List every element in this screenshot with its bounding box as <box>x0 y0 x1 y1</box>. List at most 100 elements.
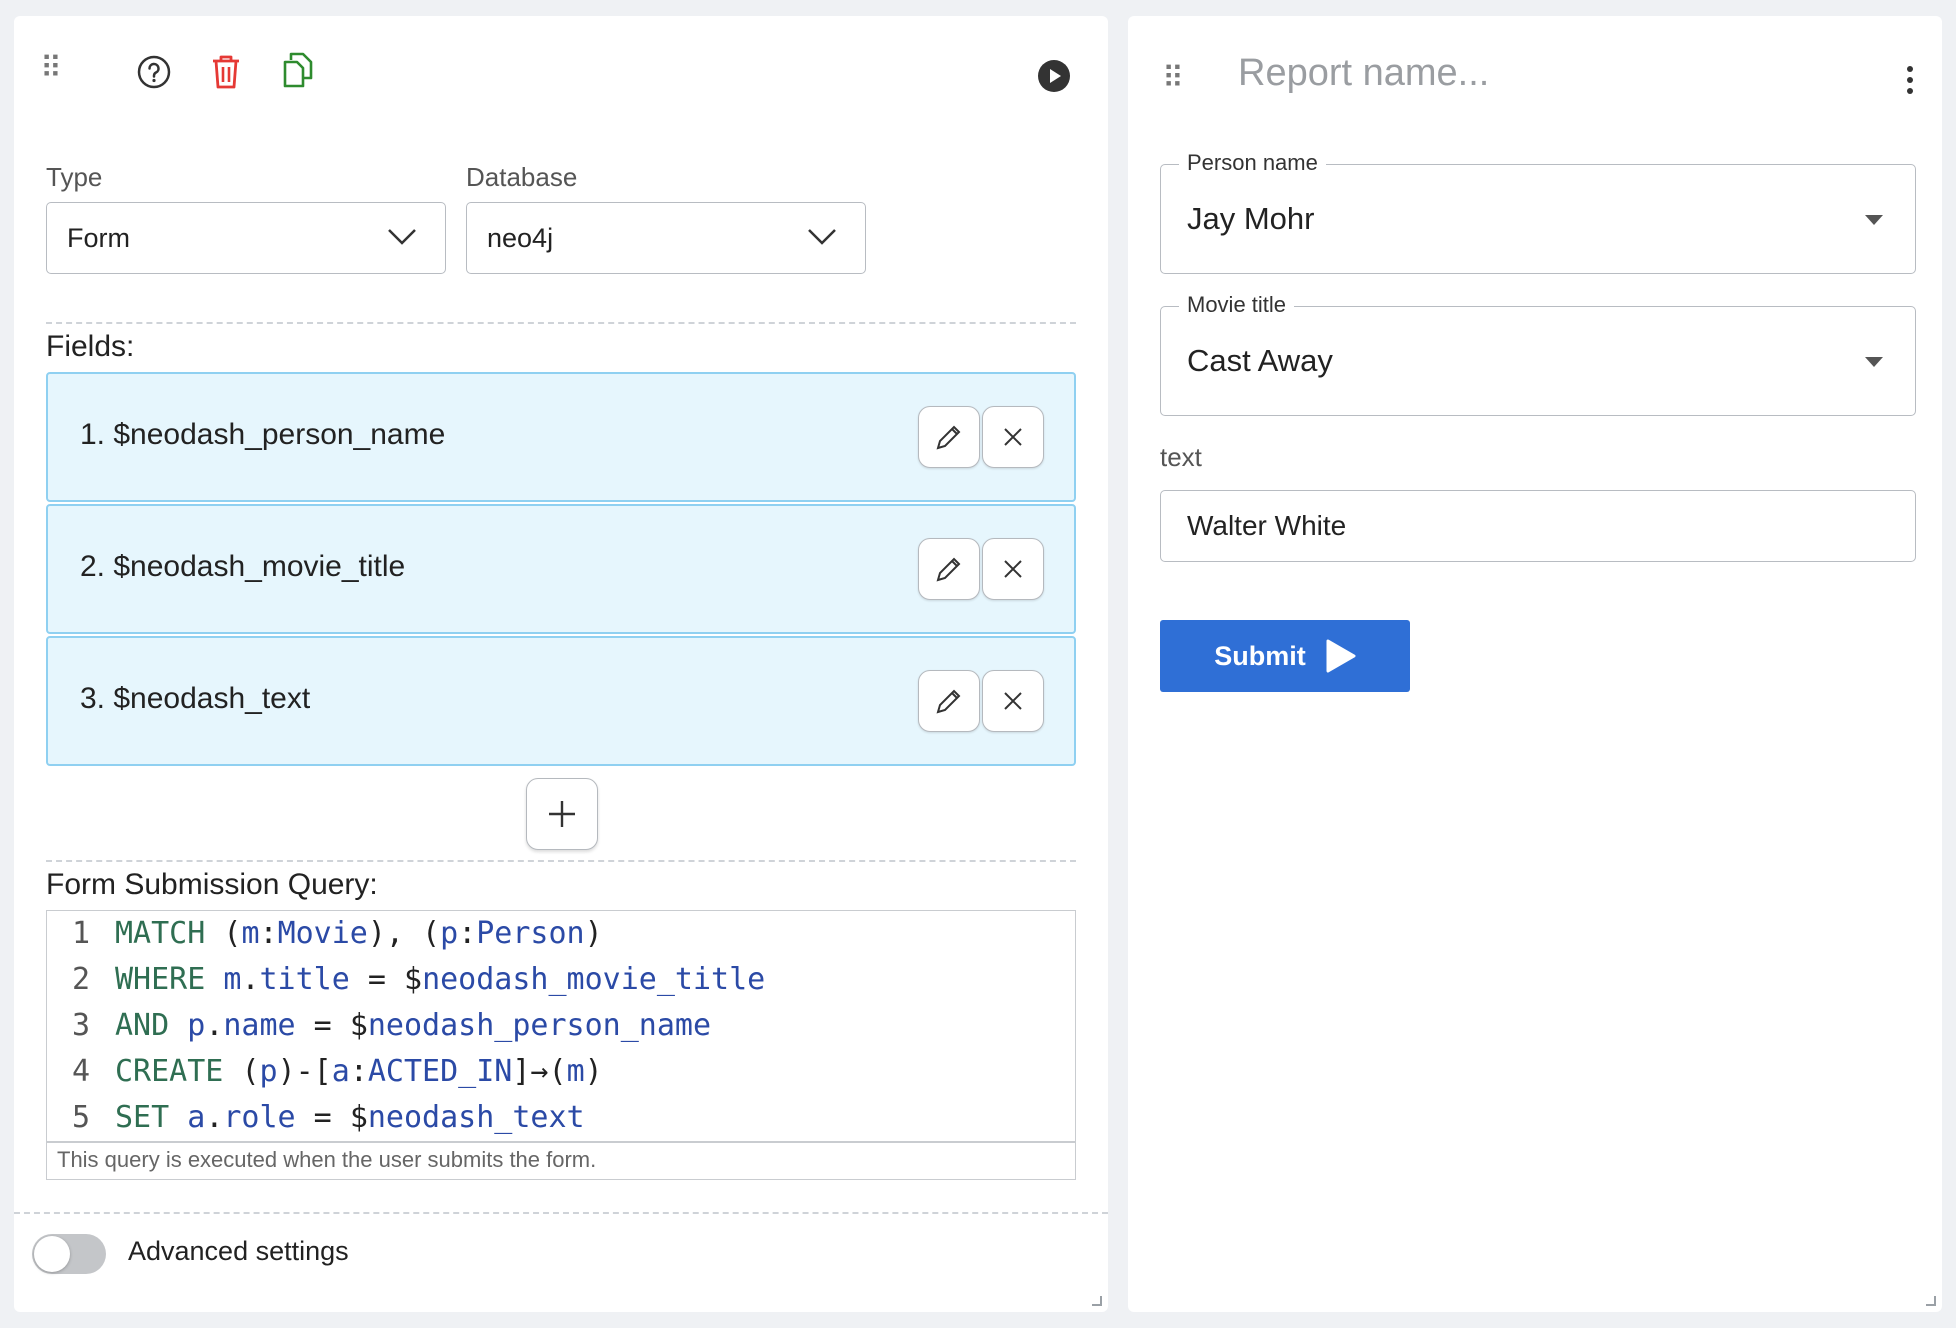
divider <box>14 1212 1108 1214</box>
type-select[interactable]: Form <box>46 202 446 274</box>
type-value: Form <box>67 222 130 253</box>
code-token: $ <box>349 1008 368 1043</box>
code-token: MATCH <box>115 916 224 951</box>
code-token: . <box>205 1100 224 1135</box>
code-token: m <box>223 962 242 997</box>
code-token: p <box>259 1054 278 1089</box>
divider <box>46 860 1076 862</box>
line-number: 3 <box>71 1008 91 1043</box>
plus-icon <box>549 801 575 827</box>
edit-field-button[interactable] <box>918 538 980 600</box>
drag-handle-icon[interactable]: ⠿ <box>40 54 62 84</box>
code-token: WHERE <box>115 962 224 997</box>
pencil-icon <box>936 425 961 450</box>
close-icon <box>1004 428 1022 446</box>
code-line: 4 CREATE (p)-[a:ACTED_IN]→(m) <box>47 1049 603 1095</box>
line-number: 2 <box>71 962 91 997</box>
resize-handle-icon[interactable] <box>1092 1296 1102 1306</box>
code-token: ), ( <box>367 916 441 951</box>
movie-title-label: Movie title <box>1179 292 1295 318</box>
code-token: neodash_person_name <box>367 1008 712 1043</box>
code-token: m <box>241 916 260 951</box>
code-token: a <box>187 1100 206 1135</box>
query-editor[interactable]: 1 MATCH (m:Movie), (p:Person) 2 WHERE m.tit… <box>46 910 1076 1142</box>
code-line: 5 SET a.role = $neodash_text <box>47 1095 585 1141</box>
advanced-settings-label: Advanced settings <box>128 1236 349 1266</box>
remove-field-button[interactable] <box>982 670 1044 732</box>
run-icon[interactable] <box>1036 58 1072 94</box>
text-input[interactable]: Walter White <box>1160 490 1916 562</box>
resize-handle-icon[interactable] <box>1926 1296 1936 1306</box>
dropdown-caret-icon <box>1865 357 1883 367</box>
type-label: Type <box>46 162 103 192</box>
submit-label: Submit <box>1214 640 1306 671</box>
copy-icon[interactable] <box>276 48 320 92</box>
delete-icon[interactable] <box>204 50 248 94</box>
code-token: : <box>458 916 477 951</box>
divider <box>46 322 1076 324</box>
code-token: Movie <box>277 916 368 951</box>
report-name-input[interactable]: Report name... <box>1238 52 1489 95</box>
code-token: )-[ <box>277 1054 332 1089</box>
code-line: 1 MATCH (m:Movie), (p:Person) <box>47 911 603 957</box>
close-icon <box>1004 692 1022 710</box>
code-token: = <box>295 1008 350 1043</box>
toggle-knob <box>34 1236 70 1272</box>
code-line: 3 AND p.name = $neodash_person_name <box>47 1003 711 1049</box>
chevron-down-icon <box>388 229 416 245</box>
field-name: 3. $neodash_text <box>80 682 311 715</box>
more-vert-icon[interactable] <box>1892 58 1928 102</box>
query-title: Form Submission Query: <box>46 868 378 901</box>
code-token: : <box>349 1054 368 1089</box>
edit-field-button[interactable] <box>918 406 980 468</box>
code-token: = <box>349 962 404 997</box>
close-icon <box>1004 560 1022 578</box>
field-item: 1. $neodash_person_name <box>46 372 1076 502</box>
code-token: m <box>566 1054 585 1089</box>
help-icon[interactable] <box>132 50 176 94</box>
code-token: a <box>331 1054 350 1089</box>
field-name: 1. $neodash_person_name <box>80 418 446 451</box>
remove-field-button[interactable] <box>982 406 1044 468</box>
database-select[interactable]: neo4j <box>466 202 866 274</box>
code-token: = <box>295 1100 350 1135</box>
database-label: Database <box>466 162 578 192</box>
person-name-select[interactable]: Person name Jay Mohr <box>1160 150 1916 274</box>
database-value: neo4j <box>487 222 554 253</box>
code-token: neodash_text <box>367 1100 585 1135</box>
code-token: ]→( <box>512 1054 567 1089</box>
line-number: 5 <box>71 1100 91 1135</box>
code-token: title <box>259 962 350 997</box>
code-token: $ <box>404 962 423 997</box>
person-name-label: Person name <box>1179 150 1326 176</box>
movie-title-select[interactable]: Movie title Cast Away <box>1160 292 1916 416</box>
submit-button[interactable]: Submit <box>1160 620 1410 692</box>
code-token: CREATE <box>115 1054 242 1089</box>
code-token: Person <box>476 916 585 951</box>
line-number: 1 <box>71 916 91 951</box>
advanced-settings-toggle[interactable] <box>32 1234 106 1274</box>
field-name: 2. $neodash_movie_title <box>80 550 406 583</box>
pencil-icon <box>936 557 961 582</box>
code-token: ( <box>223 916 242 951</box>
edit-field-button[interactable] <box>918 670 980 732</box>
field-item: 3. $neodash_text <box>46 636 1076 766</box>
code-token: role <box>223 1100 296 1135</box>
code-token: ) <box>584 916 603 951</box>
code-line: 2 WHERE m.title = $neodash_movie_title <box>47 957 765 1003</box>
add-field-button[interactable] <box>526 778 598 850</box>
code-token: ( <box>241 1054 260 1089</box>
code-token: p <box>187 1008 206 1043</box>
code-token: neodash_movie_title <box>422 962 766 997</box>
remove-field-button[interactable] <box>982 538 1044 600</box>
text-value: Walter White <box>1187 510 1347 541</box>
report-preview-card: ⠿ Report name... Person name Jay Mohr Mo… <box>1128 16 1942 1312</box>
code-token: $ <box>349 1100 368 1135</box>
query-hint: This query is executed when the user sub… <box>46 1142 1076 1180</box>
code-token: . <box>241 962 260 997</box>
drag-handle-icon[interactable]: ⠿ <box>1162 64 1184 94</box>
dropdown-caret-icon <box>1865 215 1883 225</box>
code-token: ACTED_IN <box>367 1054 513 1089</box>
code-token: SET <box>115 1100 188 1135</box>
code-token: ) <box>584 1054 603 1089</box>
